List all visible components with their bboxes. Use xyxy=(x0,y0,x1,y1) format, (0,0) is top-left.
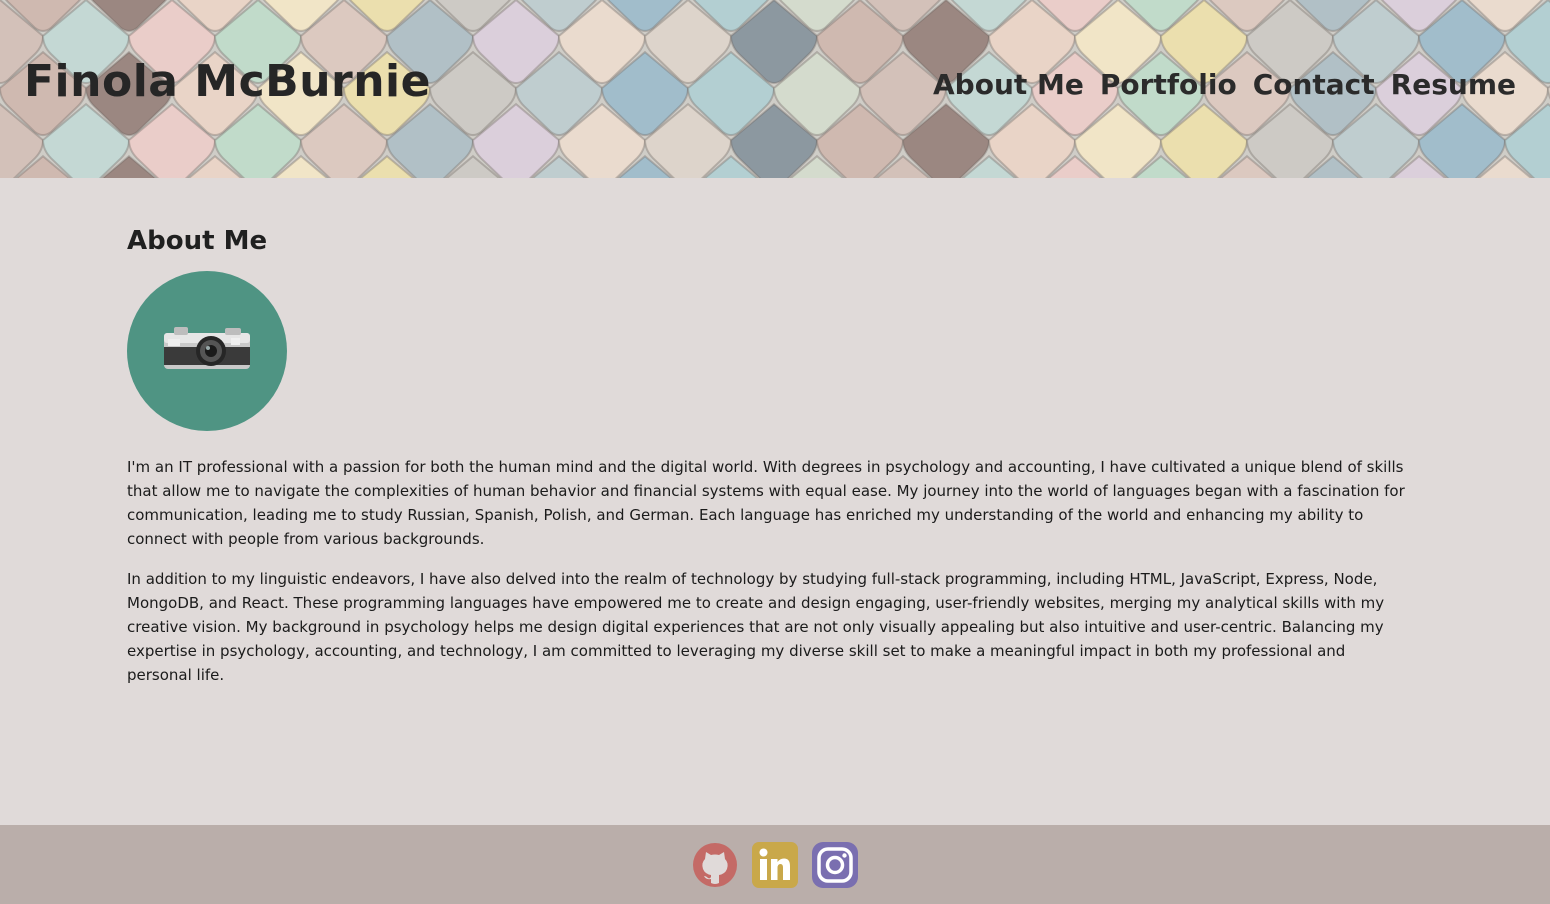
main-nav: About Me Portfolio Contact Resume xyxy=(933,68,1516,102)
site-header: Finola McBurnie About Me Portfolio Conta… xyxy=(0,0,1550,178)
bio: I'm an IT professional with a passion fo… xyxy=(127,455,1407,687)
nav-about-me[interactable]: About Me xyxy=(933,68,1084,102)
nav-resume[interactable]: Resume xyxy=(1391,68,1516,102)
linkedin-icon[interactable] xyxy=(751,841,799,889)
site-title: Finola McBurnie xyxy=(24,56,431,107)
site-footer xyxy=(0,825,1550,904)
github-icon[interactable] xyxy=(691,841,739,889)
nav-portfolio[interactable]: Portfolio xyxy=(1100,68,1237,102)
section-title: About Me xyxy=(127,226,268,256)
about-section: About Me I'm an IT professional with a p… xyxy=(127,178,1407,687)
bio-paragraph: I'm an IT professional with a passion fo… xyxy=(127,458,1405,549)
nav-contact[interactable]: Contact xyxy=(1253,68,1375,102)
camera-icon xyxy=(164,327,250,370)
profile-avatar xyxy=(127,271,287,432)
instagram-icon[interactable] xyxy=(811,841,859,889)
bio-paragraph: In addition to my linguistic endeavors, … xyxy=(127,570,1385,685)
